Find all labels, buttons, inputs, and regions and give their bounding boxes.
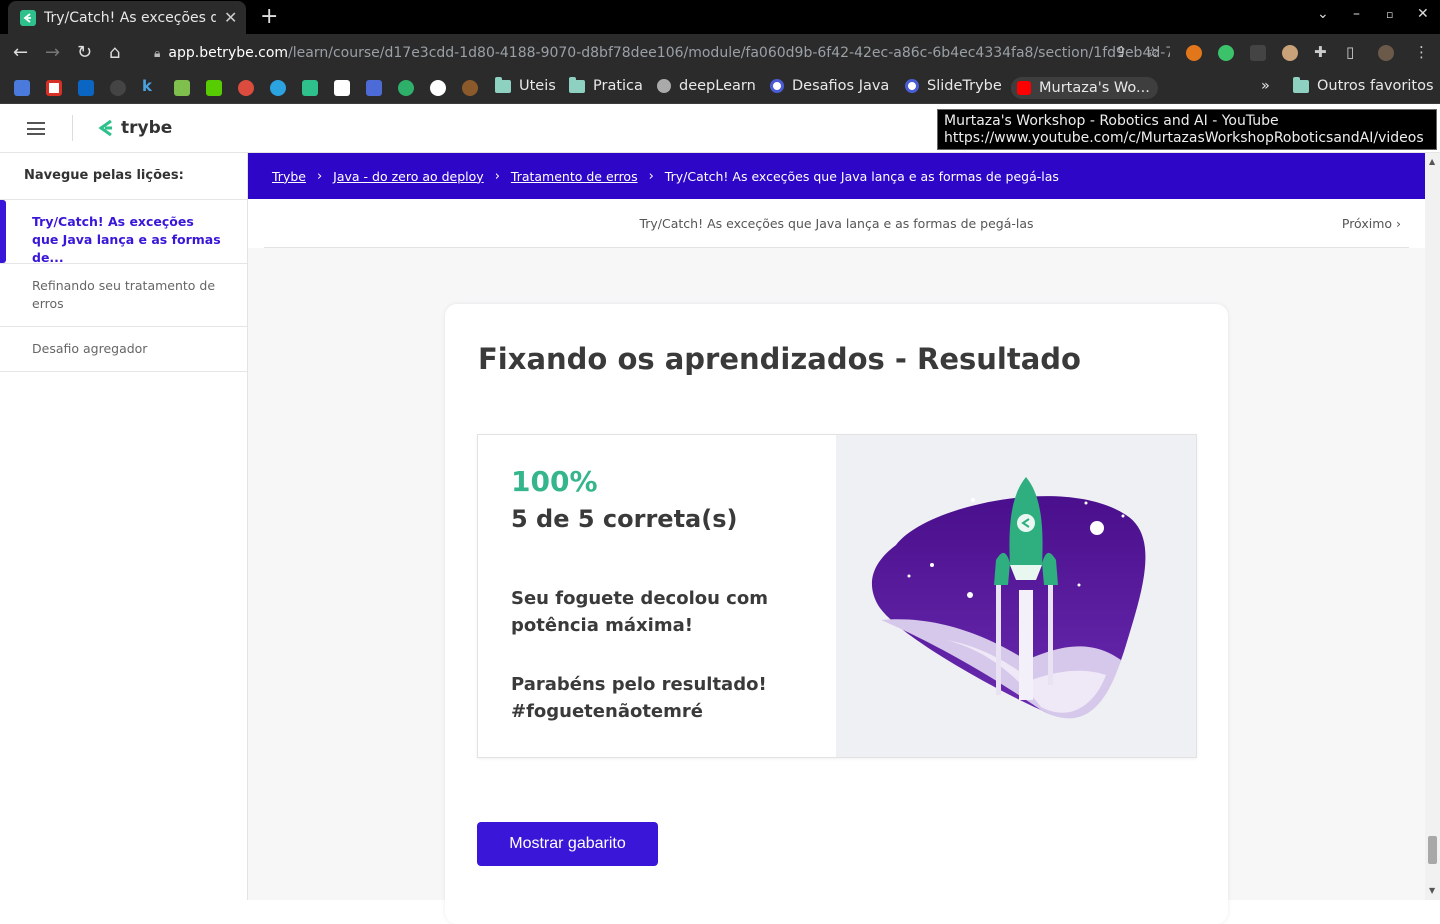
bookmark-outros-favoritos[interactable]: Outros favoritos	[1293, 76, 1434, 94]
breadcrumb-tratamento[interactable]: Tratamento de erros	[511, 169, 638, 184]
telegram-icon[interactable]	[270, 80, 286, 96]
chess-icon[interactable]	[174, 80, 190, 96]
logo-text: trybe	[121, 118, 173, 138]
site-icon	[770, 79, 784, 93]
new-tab-icon[interactable]: +	[260, 4, 278, 29]
duolingo-icon[interactable]	[206, 80, 222, 96]
lesson-title: Try/Catch! As exceções que Java lança e …	[639, 216, 1034, 231]
forward-icon[interactable]: →	[45, 42, 60, 63]
close-window-icon[interactable]: ✕	[1417, 6, 1429, 22]
trybe-favicon-icon	[20, 9, 36, 26]
folder-icon	[495, 76, 511, 93]
browser-toolbar: ← → ↻ ⌂ 🔒︎ app.betrybe.com /learn/course…	[0, 34, 1440, 72]
bookmark-desafios-java[interactable]: Desafios Java	[770, 78, 889, 94]
todoist-icon[interactable]	[238, 80, 254, 96]
sidebar-heading: Navegue pelas lições:	[0, 153, 247, 200]
qt-icon[interactable]	[398, 80, 414, 96]
rocket-illustration	[871, 477, 1146, 719]
url-host: app.betrybe.com	[168, 45, 289, 61]
bookmark-uteis[interactable]: Uteis	[495, 76, 556, 94]
result-text-panel: 100% 5 de 5 correta(s) Seu foguete decol…	[478, 435, 836, 757]
page-scrollbar[interactable]: ▲ ▼	[1425, 153, 1440, 900]
result-box: 100% 5 de 5 correta(s) Seu foguete decol…	[477, 434, 1197, 758]
k-icon[interactable]: k	[142, 77, 158, 95]
reload-icon[interactable]: ↻	[77, 42, 92, 63]
result-message-1: Seu foguete decolou com potência máxima!	[511, 588, 768, 636]
next-button[interactable]: Próximo ›	[1342, 216, 1401, 231]
tab-search-icon[interactable]: ⌄	[1317, 6, 1329, 22]
gmail-icon[interactable]	[46, 80, 62, 96]
breadcrumb: Trybe › Java - do zero ao deploy › Trata…	[248, 153, 1425, 199]
tab-title: Try/Catch! As exceções qu	[44, 9, 216, 26]
youtube-icon	[1017, 81, 1031, 95]
extension-icon[interactable]	[1250, 45, 1266, 61]
sidebar-item-refinando[interactable]: Refinando seu tratamento de erros	[0, 264, 247, 327]
side-panel-icon[interactable]: ▯	[1346, 43, 1354, 61]
scroll-up-icon[interactable]: ▲	[1429, 157, 1435, 166]
hamburger-menu-icon[interactable]	[27, 122, 45, 135]
lessons-sidebar: Navegue pelas lições: Try/Catch! As exce…	[0, 153, 248, 900]
linkedin-icon[interactable]	[78, 80, 94, 96]
back-icon[interactable]: ←	[13, 42, 28, 63]
address-bar[interactable]: 🔒︎ app.betrybe.com /learn/course/d17e3cd…	[140, 37, 1170, 69]
scroll-down-icon[interactable]: ▼	[1429, 886, 1435, 895]
result-card: Fixando os aprendizados - Resultado 100%…	[445, 304, 1228, 924]
home-icon[interactable]: ⌂	[109, 42, 120, 63]
chevron-right-icon: ›	[494, 168, 500, 184]
lock-icon: 🔒︎	[154, 45, 161, 60]
calendar-icon[interactable]	[14, 80, 30, 96]
browser-tabbar: Try/Catch! As exceções qu ✕ + ⌄ – ▫ ✕	[0, 0, 1440, 34]
bookmark-slidetrybe[interactable]: SlideTrybe	[905, 78, 1002, 94]
card-title: Fixando os aprendizados - Resultado	[478, 342, 1081, 376]
profile-avatar[interactable]	[1378, 45, 1394, 61]
lesson-nav-bar: Try/Catch! As exceções que Java lança e …	[264, 199, 1409, 248]
globe-icon	[657, 79, 671, 93]
bookmarks-bar: k Uteis Pratica deepLearn Desafios Java …	[0, 72, 1440, 104]
bookmark-murtaza[interactable]: Murtaza's Wo...	[1011, 77, 1158, 99]
scroll-thumb[interactable]	[1428, 836, 1437, 864]
bookmark-pratica[interactable]: Pratica	[569, 76, 643, 94]
trybe-bookmark-icon[interactable]	[302, 80, 318, 96]
dashboard-icon[interactable]	[366, 80, 382, 96]
header-divider	[72, 115, 73, 141]
trybe-logo[interactable]: trybe	[97, 118, 172, 138]
maximize-icon[interactable]: ▫	[1386, 8, 1393, 21]
menu-kebab-icon[interactable]: ⋮	[1414, 43, 1429, 61]
breadcrumb-java[interactable]: Java - do zero ao deploy	[333, 169, 484, 184]
trybe-logo-icon	[98, 119, 112, 137]
bookmark-deeplearn[interactable]: deepLearn	[657, 78, 756, 94]
show-answers-button[interactable]: Mostrar gabarito	[477, 822, 658, 866]
metamask-extension-icon[interactable]	[1186, 45, 1202, 61]
breadcrumb-current: Try/Catch! As exceções que Java lança e …	[664, 168, 1059, 184]
folder-icon	[569, 76, 585, 93]
sidebar-item-try-catch[interactable]: Try/Catch! As exceções que Java lança e …	[0, 200, 247, 265]
sidebar-item-desafio[interactable]: Desafio agregador	[0, 327, 247, 372]
result-percent: 100%	[511, 465, 598, 498]
minimize-icon[interactable]: –	[1353, 6, 1360, 22]
add-extension-icon[interactable]	[1218, 45, 1234, 61]
tab-close-icon[interactable]: ✕	[224, 8, 237, 27]
app-bookmark-icon[interactable]	[334, 80, 350, 96]
chevron-right-icon: ›	[648, 168, 654, 184]
mask-icon[interactable]	[430, 80, 446, 96]
chevron-right-icon: ›	[316, 168, 323, 184]
bookmark-tooltip: Murtaza's Workshop - Robotics and AI - Y…	[937, 109, 1437, 150]
breadcrumb-trybe[interactable]: Trybe	[272, 169, 306, 184]
glasses-extension-icon[interactable]	[1282, 45, 1298, 61]
bookmark-star-icon[interactable]: ☆	[1146, 43, 1159, 61]
result-score: 5 de 5 correta(s)	[511, 505, 738, 533]
url-path: /learn/course/d17e3cdd-1d80-4188-9070-d8…	[288, 45, 1170, 61]
browser-tab[interactable]: Try/Catch! As exceções qu ✕	[8, 1, 246, 34]
puzzle-icon[interactable]: ✚	[1314, 43, 1327, 61]
github-icon[interactable]	[110, 80, 126, 96]
folder-icon	[1293, 76, 1309, 93]
rocket-illustration-panel	[836, 435, 1196, 757]
site-icon	[905, 79, 919, 93]
share-icon[interactable]: ⇪	[1115, 43, 1128, 61]
chevron-right-icon: ›	[1396, 216, 1401, 231]
result-message-2: Parabéns pelo resultado! #foguetenãotemr…	[511, 674, 767, 722]
poop-icon[interactable]	[462, 80, 478, 96]
bookmarks-overflow[interactable]: »	[1261, 78, 1270, 94]
